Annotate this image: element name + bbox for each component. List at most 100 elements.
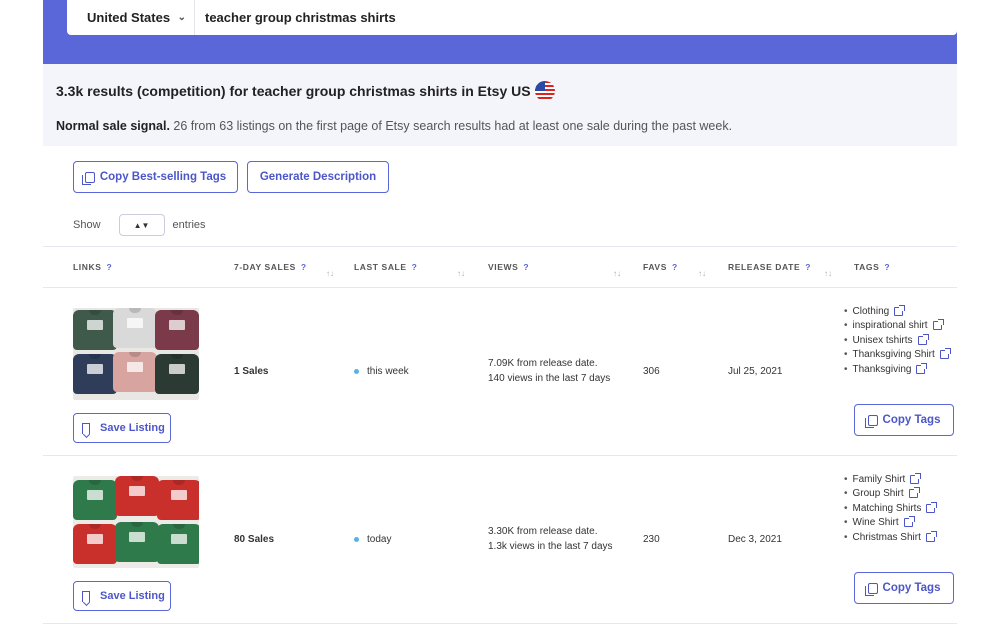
- tag-link[interactable]: inspirational shirt: [844, 319, 949, 334]
- app-frame: United States ⌄ teacher group christmas …: [43, 0, 957, 624]
- copy-tags-button[interactable]: Copy Tags: [854, 404, 954, 436]
- tag-link[interactable]: Thanksgiving Shirt: [844, 348, 951, 363]
- sort-icon[interactable]: ↑↓: [613, 269, 621, 278]
- help-icon[interactable]: ?: [301, 262, 307, 272]
- generate-description-button[interactable]: Generate Description: [247, 161, 389, 193]
- tag-label: Clothing: [852, 305, 890, 317]
- help-icon[interactable]: ?: [107, 262, 113, 272]
- sort-icon[interactable]: ↑↓: [457, 269, 465, 278]
- last-sale-cell: this week: [354, 366, 409, 377]
- copy-tags-label: Copy Tags: [882, 414, 941, 426]
- external-link-icon[interactable]: [925, 530, 937, 542]
- header-favs[interactable]: FAVS?: [643, 262, 678, 272]
- external-link-icon[interactable]: [910, 472, 922, 484]
- views-week: 140 views in the last 7 days: [488, 373, 611, 384]
- copy-tags-button[interactable]: Copy Tags: [854, 572, 954, 604]
- last-sale-value: today: [367, 534, 392, 545]
- shirt-image: [115, 522, 159, 562]
- tag-link[interactable]: Family Shirt: [844, 472, 935, 487]
- entries-select[interactable]: ▲▼: [118, 214, 165, 236]
- tag-label: Matching Shirts: [852, 502, 922, 514]
- table-row: Save Listing 1 Sales this week 7.09K fro…: [43, 288, 957, 456]
- header-links-label: LINKS: [73, 262, 102, 272]
- header-tags[interactable]: TAGS?: [854, 262, 890, 272]
- header-release-label: RELEASE DATE: [728, 262, 801, 272]
- shirt-image: [73, 480, 117, 520]
- save-listing-button[interactable]: Save Listing: [73, 581, 171, 611]
- sales-cell: 1 Sales: [234, 366, 269, 377]
- help-icon[interactable]: ?: [523, 262, 529, 272]
- tag-label: Wine Shirt: [852, 517, 899, 529]
- header-tags-label: TAGS: [854, 262, 880, 272]
- views-week: 1.3k views in the last 7 days: [488, 541, 613, 552]
- external-link-icon[interactable]: [916, 362, 928, 374]
- entries-control: Show ▲▼ entries: [73, 214, 206, 236]
- listing-thumbnail[interactable]: [73, 308, 199, 400]
- last-sale-cell: today: [354, 534, 391, 545]
- save-listing-label: Save Listing: [100, 590, 165, 602]
- sale-signal-text: 26 from 63 listings on the first page of…: [169, 119, 733, 133]
- copy-icon: [864, 582, 878, 596]
- tag-label: inspirational shirt: [852, 320, 928, 332]
- header-7day-sales[interactable]: 7-DAY SALES?: [234, 262, 307, 272]
- external-link-icon[interactable]: [894, 304, 906, 316]
- help-icon[interactable]: ?: [672, 262, 678, 272]
- last-sale-value: this week: [367, 366, 409, 377]
- external-link-icon[interactable]: [903, 516, 915, 528]
- table-header: LINKS? 7-DAY SALES? ↑↓ LAST SALE? ↑↓ VIE…: [43, 246, 957, 288]
- shirt-image: [157, 524, 199, 564]
- external-link-icon[interactable]: [926, 501, 938, 513]
- tag-link[interactable]: Thanksgiving: [844, 362, 949, 377]
- status-dot: [354, 536, 359, 542]
- external-link-icon[interactable]: [908, 487, 920, 499]
- show-label: Show: [73, 219, 101, 231]
- copy-tags-label: Copy Tags: [882, 582, 941, 594]
- tag-label: Family Shirt: [852, 473, 906, 485]
- help-icon[interactable]: ?: [805, 262, 811, 272]
- country-value: United States: [87, 10, 171, 25]
- tag-link[interactable]: Group Shirt: [844, 487, 935, 502]
- shirt-image: [115, 476, 159, 516]
- external-link-icon[interactable]: [917, 333, 929, 345]
- listing-thumbnail[interactable]: [73, 476, 199, 568]
- sort-icon[interactable]: ↑↓: [698, 269, 706, 278]
- search-bar: United States ⌄ teacher group christmas …: [67, 0, 957, 35]
- shirt-image: [113, 308, 157, 348]
- header-sales-label: 7-DAY SALES: [234, 262, 296, 272]
- bookmark-icon: [82, 422, 90, 434]
- external-link-icon[interactable]: [932, 319, 944, 331]
- shirt-image: [157, 480, 199, 520]
- shirt-image: [155, 310, 199, 350]
- header-views[interactable]: VIEWS?: [488, 262, 529, 272]
- results-title: 3.3k results (competition) for teacher g…: [56, 81, 555, 101]
- help-icon[interactable]: ?: [412, 262, 418, 272]
- country-select[interactable]: United States ⌄: [67, 0, 195, 35]
- sort-icon[interactable]: ↑↓: [824, 269, 832, 278]
- tags-list: Family Shirt Group Shirt Matching Shirts…: [844, 472, 938, 545]
- table-row: Save Listing 80 Sales today 3.30K from r…: [43, 456, 957, 624]
- search-input[interactable]: teacher group christmas shirts: [195, 10, 396, 25]
- tag-link[interactable]: Matching Shirts: [844, 501, 938, 516]
- results-title-text: 3.3k results (competition) for teacher g…: [56, 83, 531, 99]
- tag-link[interactable]: Wine Shirt: [844, 516, 935, 531]
- external-link-icon[interactable]: [939, 348, 951, 360]
- shirt-image: [73, 310, 117, 350]
- tag-link[interactable]: Clothing: [844, 304, 949, 319]
- header-links[interactable]: LINKS?: [73, 262, 112, 272]
- save-listing-button[interactable]: Save Listing: [73, 413, 171, 443]
- sale-signal: Normal sale signal. 26 from 63 listings …: [56, 119, 732, 133]
- us-flag-icon: [534, 81, 555, 101]
- shirt-image: [155, 354, 199, 394]
- results-card: Copy Best-selling Tags Generate Descript…: [43, 146, 957, 624]
- tag-label: Christmas Shirt: [852, 531, 921, 543]
- tag-link[interactable]: Unisex tshirts: [844, 333, 949, 348]
- header-release-date[interactable]: RELEASE DATE?: [728, 262, 811, 272]
- copy-best-selling-tags-button[interactable]: Copy Best-selling Tags: [73, 161, 238, 193]
- header-last-sale[interactable]: LAST SALE?: [354, 262, 417, 272]
- sort-icon[interactable]: ↑↓: [326, 269, 334, 278]
- shirt-image: [73, 354, 117, 394]
- header-views-label: VIEWS: [488, 262, 519, 272]
- help-icon[interactable]: ?: [884, 262, 890, 272]
- shirt-image: [73, 524, 117, 564]
- tag-link[interactable]: Christmas Shirt: [844, 530, 937, 545]
